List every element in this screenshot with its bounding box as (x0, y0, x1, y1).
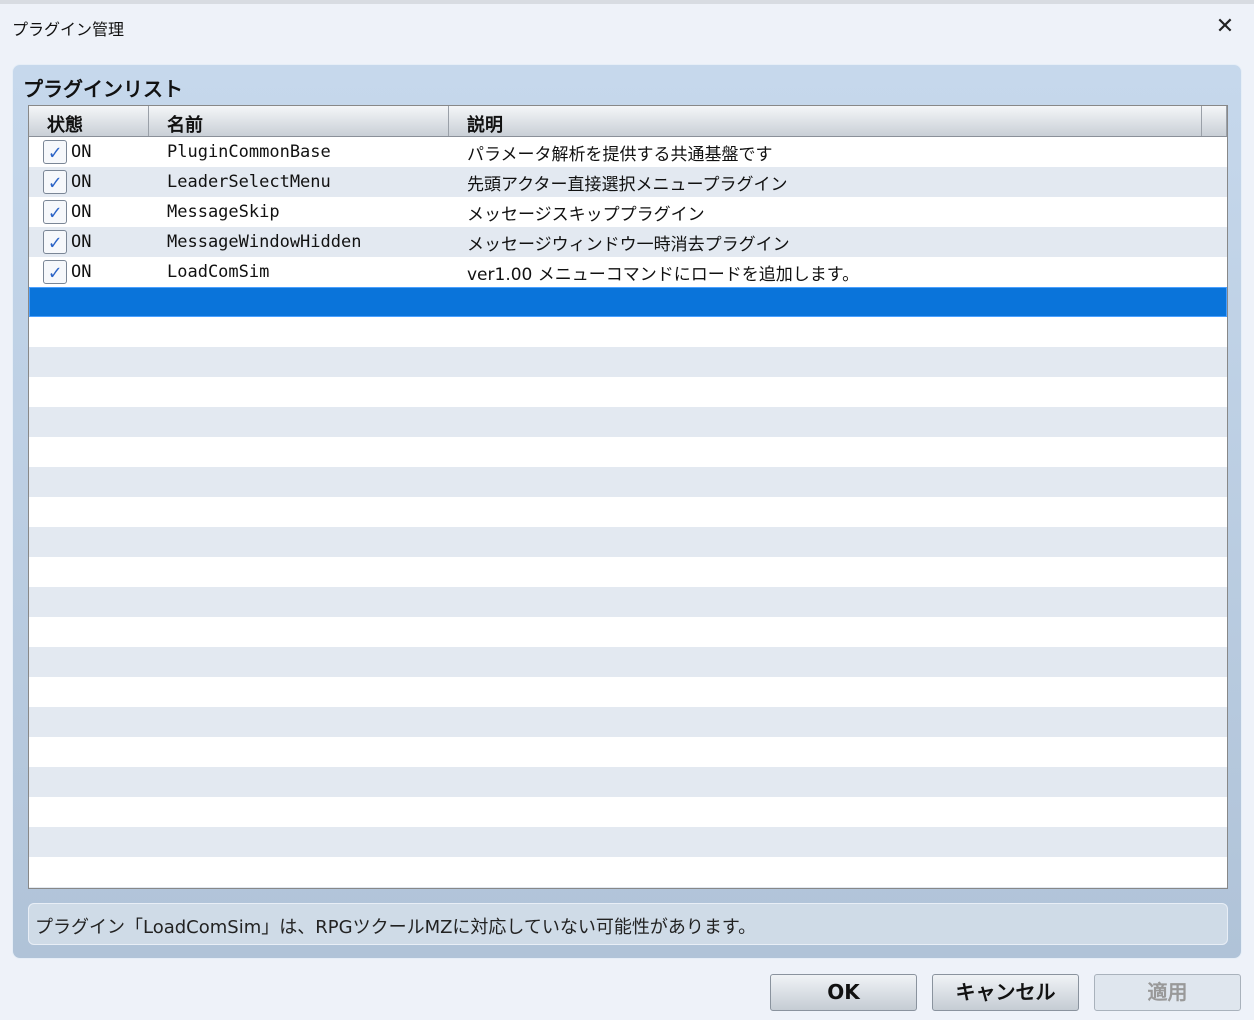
table-header: 状態 名前 説明 (29, 106, 1227, 137)
empty-row[interactable] (29, 587, 1227, 617)
empty-row[interactable] (29, 497, 1227, 527)
plugin-list-panel: プラグインリスト 状態 名前 説明 ✓ ON PluginCommonBase パラメ… (12, 64, 1242, 959)
plugin-name: MessageWindowHidden (167, 232, 362, 252)
plugin-description: 先頭アクター直接選択メニュープラグイン (467, 174, 788, 195)
window-title: プラグイン管理 (12, 20, 125, 39)
empty-row[interactable] (29, 767, 1227, 797)
selected-empty-row[interactable] (29, 287, 1227, 317)
column-header-description[interactable]: 説明 (449, 106, 1202, 136)
table-body: ✓ ON PluginCommonBase パラメータ解析を提供する共通基盤です ✓ ON… (29, 137, 1227, 888)
table-row[interactable]: ✓ ON PluginCommonBase パラメータ解析を提供する共通基盤です (29, 137, 1227, 167)
empty-row[interactable] (29, 377, 1227, 407)
empty-row[interactable] (29, 737, 1227, 767)
status-text: ON (71, 142, 92, 162)
enabled-checkbox[interactable]: ✓ (43, 170, 67, 194)
panel-title: プラグインリスト (23, 77, 183, 101)
column-header-status[interactable]: 状態 (29, 106, 149, 136)
enabled-checkbox[interactable]: ✓ (43, 260, 67, 284)
ok-button[interactable]: OK (770, 974, 917, 1011)
empty-row[interactable] (29, 677, 1227, 707)
status-text: ON (71, 262, 92, 282)
status-cell: ✓ ON (29, 170, 149, 194)
enabled-checkbox[interactable]: ✓ (43, 230, 67, 254)
plugin-description: パラメータ解析を提供する共通基盤です (467, 144, 773, 165)
apply-button[interactable]: 適用 (1094, 974, 1241, 1011)
status-cell: ✓ ON (29, 140, 149, 164)
empty-row[interactable] (29, 827, 1227, 857)
plugin-name: LeaderSelectMenu (167, 172, 331, 192)
status-text: ON (71, 172, 92, 192)
empty-row[interactable] (29, 317, 1227, 347)
cancel-button[interactable]: キャンセル (932, 974, 1079, 1011)
empty-row[interactable] (29, 407, 1227, 437)
empty-row[interactable] (29, 617, 1227, 647)
empty-row[interactable] (29, 527, 1227, 557)
status-cell: ✓ ON (29, 260, 149, 284)
title-bar: プラグイン管理 ✕ (0, 4, 1254, 52)
empty-row[interactable] (29, 467, 1227, 497)
plugin-description: メッセージウィンドウ一時消去プラグイン (467, 234, 790, 255)
empty-row[interactable] (29, 647, 1227, 677)
empty-row[interactable] (29, 707, 1227, 737)
empty-row[interactable] (29, 887, 1227, 888)
table-row[interactable]: ✓ ON MessageWindowHidden メッセージウィンドウ一時消去プラグイ… (29, 227, 1227, 257)
table-row[interactable]: ✓ ON LoadComSim ver1.00 メニューコマンドにロードを追加します。 (29, 257, 1227, 287)
empty-row[interactable] (29, 437, 1227, 467)
status-cell: ✓ ON (29, 230, 149, 254)
empty-row[interactable] (29, 347, 1227, 377)
plugin-description: メッセージスキッププラグイン (467, 204, 705, 225)
table-row[interactable]: ✓ ON MessageSkip メッセージスキッププラグイン (29, 197, 1227, 227)
close-icon[interactable]: ✕ (1210, 12, 1240, 42)
column-header-filler (1202, 106, 1227, 136)
status-text: ON (71, 202, 92, 222)
table-row[interactable]: ✓ ON LeaderSelectMenu 先頭アクター直接選択メニュープラグイン (29, 167, 1227, 197)
column-header-name[interactable]: 名前 (149, 106, 449, 136)
plugin-name: LoadComSim (167, 262, 270, 282)
empty-row[interactable] (29, 557, 1227, 587)
status-cell: ✓ ON (29, 200, 149, 224)
status-text: ON (71, 232, 92, 252)
empty-row[interactable] (29, 857, 1227, 887)
plugin-name: MessageSkip (167, 202, 280, 222)
enabled-checkbox[interactable]: ✓ (43, 140, 67, 164)
plugin-name: PluginCommonBase (167, 142, 331, 162)
empty-row[interactable] (29, 797, 1227, 827)
plugin-table: 状態 名前 説明 ✓ ON PluginCommonBase パラメータ解析を提供する… (28, 105, 1228, 889)
plugin-description: ver1.00 メニューコマンドにロードを追加します。 (467, 264, 860, 285)
enabled-checkbox[interactable]: ✓ (43, 200, 67, 224)
status-message: プラグイン「LoadComSim」は、RPGツクールMZに対応していない可能性が… (28, 903, 1228, 945)
